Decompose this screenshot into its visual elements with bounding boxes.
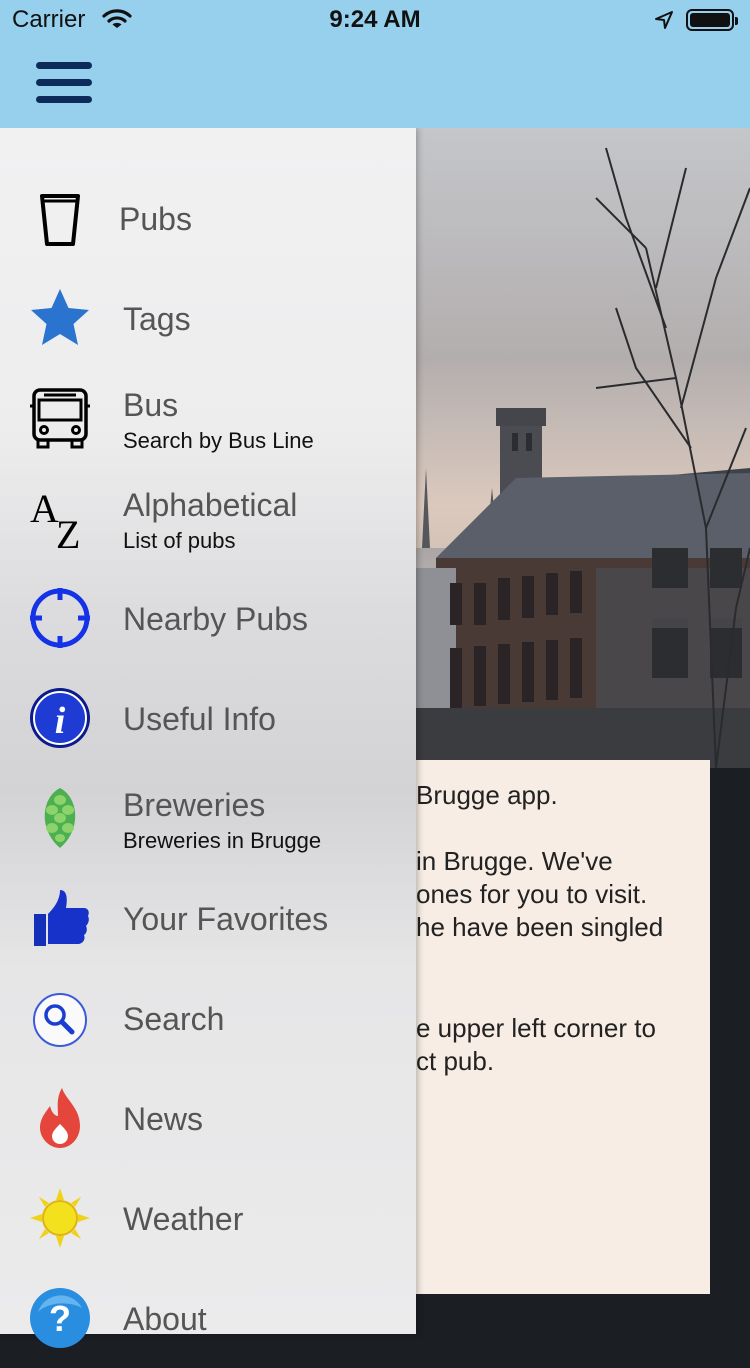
drawer-item-label: Tags — [123, 301, 191, 337]
drawer-item-search[interactable]: Search — [0, 972, 416, 1068]
welcome-line: Brugge app. — [416, 780, 558, 810]
hamburger-menu-button[interactable] — [36, 60, 92, 106]
flame-icon — [40, 1088, 80, 1148]
thumbs-up-icon — [34, 890, 89, 946]
welcome-line: he have been singled — [416, 912, 664, 942]
svg-text:i: i — [55, 700, 66, 742]
hop-icon — [44, 788, 76, 848]
clock-time: 9:24 AM — [329, 6, 421, 33]
drawer-item-subtitle: Breweries in Brugge — [123, 828, 322, 853]
drawer-item-alphabetical[interactable]: A Z Alphabetical List of pubs — [0, 472, 416, 568]
sun-icon — [30, 1188, 90, 1248]
welcome-line: e upper left corner to — [416, 1013, 656, 1043]
drawer-item-label: Breweries — [123, 787, 266, 823]
bus-icon — [30, 388, 90, 449]
star-icon — [31, 289, 89, 345]
drawer-item-label: Alphabetical — [123, 487, 298, 523]
drawer-item-weather[interactable]: Weather — [0, 1172, 416, 1268]
drawer-item-breweries[interactable]: Breweries Breweries in Brugge — [0, 772, 416, 868]
svg-text:Z: Z — [56, 512, 80, 550]
welcome-line: in Brugge. We've — [416, 846, 613, 876]
drawer-item-subtitle: List of pubs — [123, 528, 236, 553]
magnifier-icon — [33, 993, 87, 1047]
drawer-item-bus[interactable]: Bus Search by Bus Line — [0, 372, 416, 468]
welcome-line: ct pub. — [416, 1046, 495, 1076]
drawer-item-news[interactable]: News — [0, 1072, 416, 1168]
drawer-item-subtitle: Search by Bus Line — [123, 428, 314, 453]
drawer-item-pubs[interactable]: Pubs — [0, 172, 416, 268]
top-bar: Carrier 9:24 AM — [0, 0, 750, 128]
welcome-line: ones for you to visit. — [416, 879, 648, 909]
drawer-item-label: News — [123, 1101, 204, 1137]
battery-icon — [686, 9, 738, 31]
drawer-item-label: About — [123, 1301, 207, 1337]
question-icon: ? — [30, 1288, 90, 1348]
status-bar: Carrier 9:24 AM — [0, 0, 750, 40]
beer-glass-icon — [40, 194, 80, 246]
drawer-item-label: Weather — [123, 1201, 244, 1237]
side-drawer: Pubs Tags Bus Search by Bus Line A Z Alp… — [0, 128, 416, 1348]
a-z-icon: A Z — [30, 486, 80, 550]
location-arrow-icon — [655, 11, 673, 29]
drawer-item-label: Pubs — [119, 201, 192, 237]
info-icon: i — [30, 688, 90, 748]
drawer-item-your-favorites[interactable]: Your Favorites — [0, 872, 416, 968]
drawer-item-label: Useful Info — [123, 701, 276, 737]
drawer-item-label: Bus — [123, 387, 179, 423]
svg-text:A: A — [30, 486, 59, 531]
drawer-item-label: Nearby Pubs — [123, 601, 308, 637]
drawer-item-about[interactable]: ? About — [0, 1272, 416, 1368]
drawer-item-tags[interactable]: Tags — [0, 272, 416, 368]
svg-text:?: ? — [49, 1298, 71, 1339]
drawer-item-useful-info[interactable]: i Useful Info — [0, 672, 416, 768]
welcome-card: Brugge app. in Brugge. We've ones for yo… — [416, 760, 710, 1294]
drawer-item-nearby-pubs[interactable]: Nearby Pubs — [0, 572, 416, 668]
crosshair-icon — [30, 588, 90, 648]
drawer-item-label: Search — [123, 1001, 225, 1037]
drawer-item-label: Your Favorites — [123, 901, 329, 937]
